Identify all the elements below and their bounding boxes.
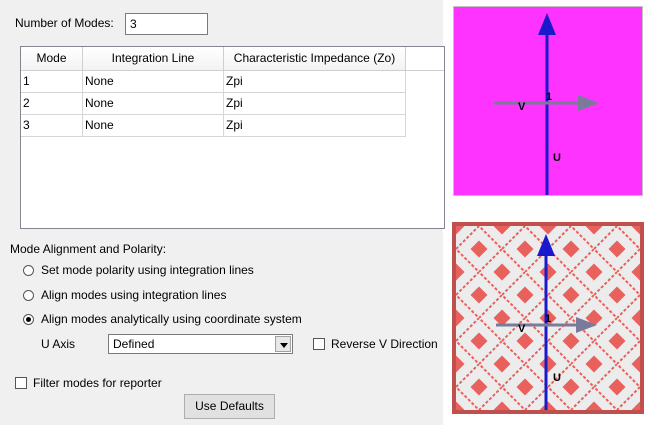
arrow-right-icon <box>578 95 599 111</box>
table-row[interactable]: 2 None Zpi <box>21 93 406 115</box>
cell-integration-line[interactable]: None <box>83 93 224 115</box>
column-header-impedance[interactable]: Characteristic Impedance (Zo) <box>224 47 406 71</box>
v-axis-label: V <box>518 323 526 335</box>
cell-impedance[interactable]: Zpi <box>224 93 406 115</box>
u-axis-select[interactable]: Defined <box>108 334 293 354</box>
arrow-up-icon <box>538 13 556 35</box>
u-axis-label: U Axis <box>41 337 76 351</box>
cell-impedance[interactable]: Zpi <box>224 115 406 137</box>
u-axis-label-preview: U <box>553 152 561 164</box>
number-of-modes-label: Number of Modes: <box>15 16 114 30</box>
radio-polarity-integration[interactable] <box>23 265 34 276</box>
mode-settings-panel: Number of Modes: 3 Mode Integration Line… <box>0 0 445 425</box>
cell-impedance[interactable]: Zpi <box>224 71 406 93</box>
column-header-mode[interactable]: Mode <box>21 47 83 71</box>
radio-align-integration[interactable] <box>23 290 34 301</box>
u-axis-select-value: Defined <box>113 337 155 351</box>
reverse-v-checkbox[interactable] <box>313 338 325 350</box>
cell-mode[interactable]: 3 <box>21 115 83 137</box>
cell-integration-line[interactable]: None <box>83 71 224 93</box>
modes-table: Mode Integration Line Characteristic Imp… <box>20 46 445 229</box>
table-header: Mode Integration Line Characteristic Imp… <box>21 47 444 71</box>
mode-preview-bottom: V 1 U <box>452 222 644 414</box>
center-label: 1 <box>546 91 553 103</box>
radio-polarity-integration-label[interactable]: Set mode polarity using integration line… <box>41 263 254 277</box>
cell-integration-line[interactable]: None <box>83 115 224 137</box>
cell-mode[interactable]: 2 <box>21 93 83 115</box>
mode-alignment-heading: Mode Alignment and Polarity: <box>10 242 167 256</box>
radio-align-analytic-label[interactable]: Align modes analytically using coordinat… <box>41 312 302 326</box>
table-body: 1 None Zpi 2 None Zpi 3 None Zpi <box>21 71 406 137</box>
radio-align-analytic[interactable] <box>23 314 34 325</box>
reverse-v-label[interactable]: Reverse V Direction <box>331 337 438 351</box>
v-axis-label: V <box>518 101 526 113</box>
column-header-filler <box>406 47 444 71</box>
column-header-integration-line[interactable]: Integration Line <box>83 47 224 71</box>
table-row[interactable]: 3 None Zpi <box>21 115 406 137</box>
use-defaults-button[interactable]: Use Defaults <box>184 394 275 419</box>
number-of-modes-input[interactable]: 3 <box>125 13 208 35</box>
filter-modes-checkbox[interactable] <box>15 377 27 389</box>
filter-modes-label[interactable]: Filter modes for reporter <box>33 376 162 390</box>
cell-mode[interactable]: 1 <box>21 71 83 93</box>
center-label: 1 <box>545 313 552 325</box>
mode-preview-top: V 1 U <box>453 6 643 196</box>
u-axis-label-preview: U <box>553 372 561 384</box>
radio-align-integration-label[interactable]: Align modes using integration lines <box>41 288 226 302</box>
chevron-down-icon[interactable] <box>275 336 291 352</box>
table-row[interactable]: 1 None Zpi <box>21 71 406 93</box>
